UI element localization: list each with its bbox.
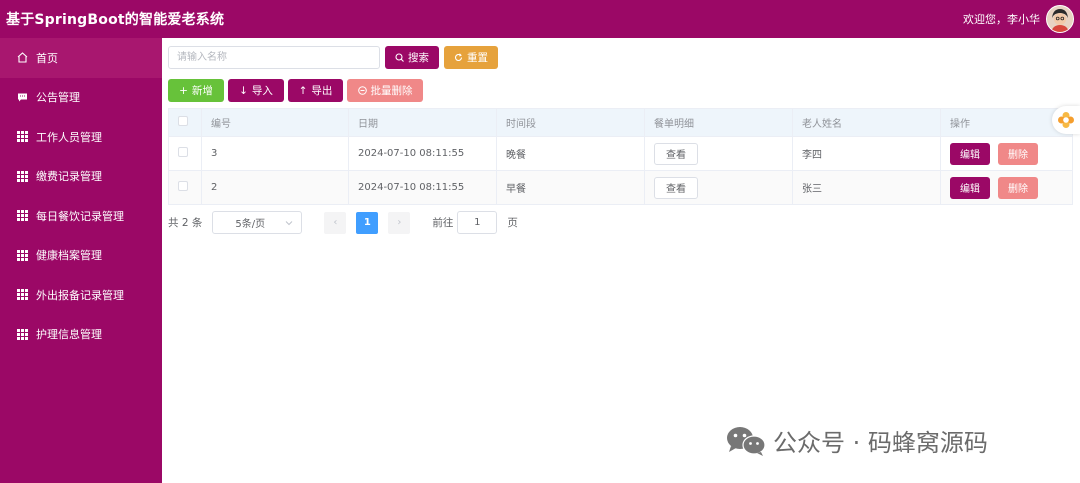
grid-icon: [17, 170, 28, 182]
sidebar-item-label: 每日餐饮记录管理: [36, 209, 124, 223]
select-all-checkbox[interactable]: [178, 116, 188, 126]
main-content: 搜索 重置 + 新增 ↓ 导入 ↑ 导出 批量删除: [162, 38, 1080, 483]
edit-button[interactable]: 编辑: [950, 176, 990, 199]
sidebar: 首页 公告管理 工作人员管理 缴费记录管理 每日餐饮记录管理 健康档案管理 外出…: [0, 38, 162, 483]
column-header: 时间段: [496, 108, 645, 137]
sidebar-item-home[interactable]: 首页: [0, 38, 162, 78]
grid-icon: [17, 210, 28, 222]
sidebar-item-meals[interactable]: 每日餐饮记录管理: [0, 196, 162, 236]
column-header: 编号: [201, 108, 349, 137]
sidebar-item-label: 护理信息管理: [36, 328, 102, 342]
import-button-label: 导入: [251, 85, 273, 97]
minus-circle-icon: [357, 86, 367, 95]
column-header: 餐单明细: [644, 108, 793, 137]
cell-period: 晚餐: [496, 136, 645, 171]
delete-button[interactable]: 删除: [998, 142, 1038, 165]
refresh-icon: [454, 53, 463, 61]
reset-button-label: 重置: [467, 52, 488, 64]
pagination: 共 2 条 5条/页 ‹ 1 › 前往 页: [168, 211, 518, 234]
arrow-down-icon: ↓: [239, 84, 248, 97]
arrow-up-icon: ↑: [298, 84, 308, 97]
delete-button[interactable]: 删除: [998, 176, 1038, 199]
table-header-row: 编号 日期 时间段 餐单明细 老人姓名 操作: [168, 108, 1073, 137]
table-row: 2 2024-07-10 08:11:55 早餐 查看 张三 编辑 删除: [168, 170, 1073, 205]
sidebar-item-health[interactable]: 健康档案管理: [0, 236, 162, 276]
search-button[interactable]: 搜索: [385, 46, 439, 69]
sidebar-item-nursing[interactable]: 护理信息管理: [0, 315, 162, 355]
grid-icon: [17, 328, 28, 340]
watermark-text: 公众号 · 码蜂窝源码: [773, 429, 988, 457]
floating-assistant-button[interactable]: [1052, 106, 1080, 134]
search-input[interactable]: [168, 46, 380, 69]
sidebar-item-notice[interactable]: 公告管理: [0, 78, 162, 118]
batch-delete-button-label: 批量删除: [370, 85, 413, 97]
grid-icon: [17, 131, 28, 143]
wechat-icon: [727, 426, 766, 456]
view-detail-button[interactable]: 查看: [654, 142, 698, 165]
column-header: 老人姓名: [792, 108, 941, 137]
data-table: 编号 日期 时间段 餐单明细 老人姓名 操作 3 2024-07-10 08:1…: [168, 108, 1073, 205]
home-icon: [17, 52, 28, 63]
sidebar-item-label: 首页: [36, 51, 58, 65]
avatar[interactable]: [1046, 5, 1074, 33]
top-header: 基于SpringBoot的智能爱老系统 欢迎您，李小华: [0, 0, 1080, 38]
sidebar-item-payment[interactable]: 缴费记录管理: [0, 157, 162, 197]
flower-icon: [1058, 112, 1074, 128]
grid-icon: [17, 249, 28, 261]
select-all-cell: [168, 108, 202, 137]
page-suffix: 页: [507, 217, 518, 229]
action-toolbar: + 新增 ↓ 导入 ↑ 导出 批量删除: [168, 79, 423, 102]
chevron-down-icon: [286, 220, 293, 225]
goto-label: 前往: [432, 217, 454, 229]
view-detail-button[interactable]: 查看: [654, 176, 698, 199]
add-button[interactable]: + 新增: [168, 79, 224, 102]
cell-date: 2024-07-10 08:11:55: [348, 170, 497, 205]
sidebar-item-staff[interactable]: 工作人员管理: [0, 117, 162, 157]
cell-id: 2: [201, 170, 349, 205]
grid-icon: [17, 289, 28, 301]
sidebar-item-outing[interactable]: 外出报备记录管理: [0, 275, 162, 315]
search-button-label: 搜索: [408, 52, 429, 64]
batch-delete-button[interactable]: 批量删除: [347, 79, 423, 102]
sidebar-item-label: 公告管理: [36, 91, 80, 105]
avatar-image-icon: [1047, 6, 1073, 32]
welcome-text: 欢迎您，李小华: [963, 13, 1040, 26]
sidebar-item-label: 缴费记录管理: [36, 170, 102, 184]
sidebar-item-label: 健康档案管理: [36, 249, 102, 263]
page-number-current[interactable]: 1: [356, 211, 379, 234]
user-box: 欢迎您，李小华: [963, 5, 1074, 33]
total-count: 共 2 条: [168, 217, 203, 229]
cell-name: 张三: [792, 170, 941, 205]
prev-page-button[interactable]: ‹: [324, 211, 347, 234]
row-checkbox[interactable]: [178, 147, 188, 157]
export-button[interactable]: ↑ 导出: [288, 79, 343, 102]
reset-button[interactable]: 重置: [444, 46, 498, 69]
sidebar-item-label: 外出报备记录管理: [36, 288, 124, 302]
cell-period: 早餐: [496, 170, 645, 205]
page-size-select[interactable]: 5条/页: [212, 211, 303, 234]
page-size-value: 5条/页: [235, 219, 266, 230]
row-checkbox[interactable]: [178, 181, 188, 191]
cell-name: 李四: [792, 136, 941, 171]
message-icon: [17, 92, 28, 103]
search-bar: 搜索 重置: [168, 46, 498, 69]
app-title: 基于SpringBoot的智能爱老系统: [6, 12, 225, 28]
column-header: 日期: [348, 108, 497, 137]
plus-icon: +: [179, 84, 188, 97]
search-icon: [395, 53, 404, 62]
import-button[interactable]: ↓ 导入: [228, 79, 284, 102]
sidebar-item-label: 工作人员管理: [36, 130, 102, 144]
next-page-button[interactable]: ›: [388, 211, 411, 234]
watermark: 公众号 · 码蜂窝源码: [725, 423, 988, 458]
goto-page-input[interactable]: [457, 211, 498, 234]
cell-date: 2024-07-10 08:11:55: [348, 136, 497, 171]
table-row: 3 2024-07-10 08:11:55 晚餐 查看 李四 编辑 删除: [168, 136, 1073, 171]
edit-button[interactable]: 编辑: [950, 142, 990, 165]
cell-id: 3: [201, 136, 349, 171]
export-button-label: 导出: [311, 85, 333, 97]
add-button-label: 新增: [191, 85, 213, 97]
